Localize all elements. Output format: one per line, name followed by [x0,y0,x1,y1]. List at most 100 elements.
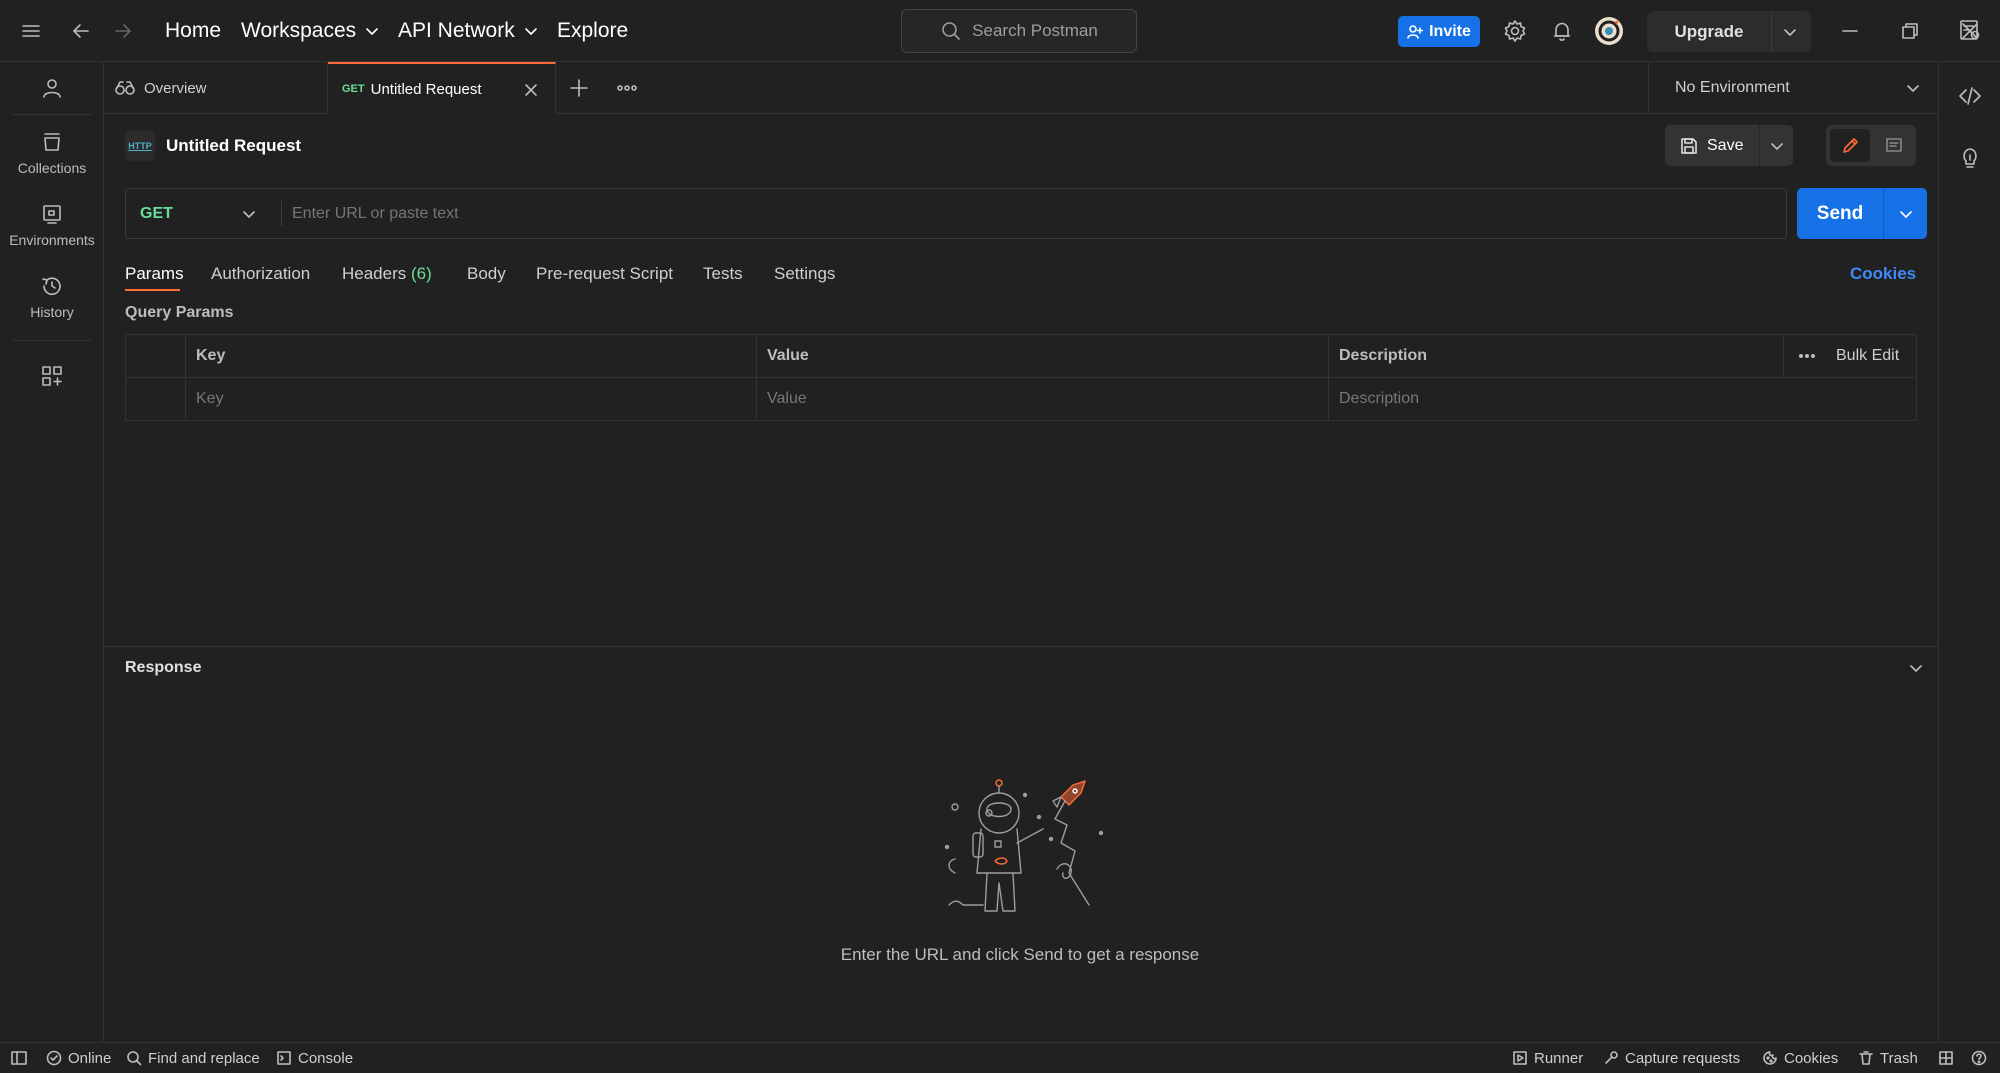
runner-label: Runner [1534,1049,1584,1067]
toggle-sidebar-icon[interactable] [10,1043,28,1073]
new-tab-plus-icon[interactable] [568,77,590,99]
subtab-prerequest-script[interactable]: Pre-request Script [536,264,673,284]
subtab-settings[interactable]: Settings [774,264,835,284]
environment-select[interactable]: No Environment [1648,62,1938,114]
avatar[interactable] [1594,0,1624,62]
query-params-title: Query Params [125,304,234,321]
edit-mode-button[interactable] [1830,129,1870,162]
key-input[interactable]: Key [185,377,757,421]
subtab-body[interactable]: Body [467,264,506,284]
response-divider[interactable] [104,646,1938,647]
comment-icon [1886,137,1902,152]
save-options-chevron-icon[interactable] [1769,138,1785,154]
settings-gear-icon[interactable] [1503,0,1527,62]
environment-quick-look-icon[interactable] [1958,18,1982,42]
nav-home[interactable]: Home [165,0,221,62]
runner-button[interactable]: Runner [1512,1043,1583,1073]
value-column-header: Value [756,334,1329,378]
more-options-icon[interactable] [1798,353,1816,359]
code-snippet-icon[interactable] [1958,84,1982,108]
cookie-icon [1763,1051,1777,1065]
subtab-headers[interactable]: Headers (6) [342,264,432,284]
collapse-response-chevron-icon[interactable] [1908,660,1924,676]
subtab-params-label: Params [125,264,184,283]
search-placeholder: Search Postman [972,21,1098,40]
invite-button[interactable]: Invite [1398,16,1480,47]
subtab-headers-label: Headers [342,264,407,283]
save-button-group: Save [1665,125,1793,166]
online-status[interactable]: Online [46,1043,111,1073]
checkbox-column-header [125,334,186,378]
console-button[interactable]: Console [276,1043,353,1073]
help-icon[interactable] [1971,1043,1987,1073]
value-input[interactable]: Value [756,377,1329,421]
right-sidebar [1938,20,2000,1042]
query-params-table: Key Value Description Bulk Edit Key Valu… [125,334,1917,421]
more-tabs-icon[interactable] [616,80,638,96]
menu-icon[interactable] [20,0,42,62]
check-circle-icon [46,1050,62,1066]
subtab-prerequest-label: Pre-request Script [536,264,673,283]
send-button-group: Send [1797,188,1927,239]
find-replace-label: Find and replace [148,1049,260,1067]
subtab-body-label: Body [467,264,506,283]
add-workspace-item-icon[interactable] [0,364,104,388]
forward-arrow-icon[interactable] [112,0,134,62]
method-select[interactable]: GET [126,189,281,238]
upgrade-label: Upgrade [1674,21,1744,41]
subtab-authorization[interactable]: Authorization [211,264,310,284]
nav-workspaces-label: Workspaces [241,19,357,42]
nav-api-network-label: API Network [398,19,515,42]
url-input[interactable] [292,197,1772,230]
send-button[interactable]: Send [1797,188,1884,239]
description-input[interactable]: Description [1328,377,1917,421]
sidebar-item-collections[interactable]: Collections [0,130,104,176]
bulk-edit-button[interactable]: Bulk Edit [1836,347,1899,365]
subtab-tests[interactable]: Tests [703,264,743,284]
send-options-chevron-icon[interactable] [1898,206,1914,222]
trash-icon [1859,1051,1873,1065]
top-bar: Home Workspaces API Network Explore Sear… [0,0,2000,62]
table-header-row: Key Value Description Bulk Edit [125,334,1917,378]
table-row: Key Value Description [125,377,1917,421]
empty-response-message: Enter the URL and click Send to get a re… [840,945,1200,964]
find-replace-button[interactable]: Find and replace [126,1043,260,1073]
http-badge-label: HTTP [128,141,152,151]
close-tab-icon[interactable] [524,83,538,97]
lightbulb-info-icon[interactable] [1958,146,1982,170]
user-profile-icon[interactable] [0,76,104,100]
trash-button[interactable]: Trash [1858,1043,1918,1073]
pencil-icon [1843,137,1858,153]
search-input[interactable]: Search Postman [901,9,1137,53]
layout-grid-icon[interactable] [1938,1043,1954,1073]
chevron-down-icon [366,28,378,35]
nav-explore[interactable]: Explore [557,0,628,62]
send-label: Send [1816,202,1864,224]
capture-requests-button[interactable]: Capture requests [1603,1043,1740,1073]
comments-mode-button[interactable] [1876,129,1912,162]
chevron-down-icon[interactable] [1782,24,1798,40]
status-bar: Online Find and replace Console Runner C… [0,1042,2000,1072]
invite-label: Invite [1429,22,1471,40]
nav-workspaces[interactable]: Workspaces [241,0,380,62]
nav-api-network[interactable]: API Network [398,0,539,62]
notifications-bell-icon[interactable] [1551,0,1573,62]
chevron-down-icon [524,28,537,35]
restore-window-icon[interactable] [1900,0,1920,62]
save-button[interactable]: Save [1665,125,1760,166]
tab-untitled-request[interactable]: GET Untitled Request [328,62,556,114]
cookies-link[interactable]: Cookies [1850,264,1916,284]
request-title[interactable]: Untitled Request [166,136,301,156]
sidebar-item-environments[interactable]: Environments [0,202,104,248]
console-label: Console [298,1049,354,1067]
subtab-params[interactable]: Params [125,264,184,284]
cookies-button[interactable]: Cookies [1762,1043,1838,1073]
minimize-window-icon[interactable] [1840,0,1860,62]
key-column-header: Key [185,334,757,378]
sidebar-item-history[interactable]: History [0,274,104,320]
upgrade-button[interactable]: Upgrade [1647,11,1811,52]
tab-overview[interactable]: Overview [104,62,328,114]
back-arrow-icon[interactable] [70,0,92,62]
environment-selected-label: No Environment [1675,78,1790,96]
tab-method-badge: GET [342,83,365,95]
